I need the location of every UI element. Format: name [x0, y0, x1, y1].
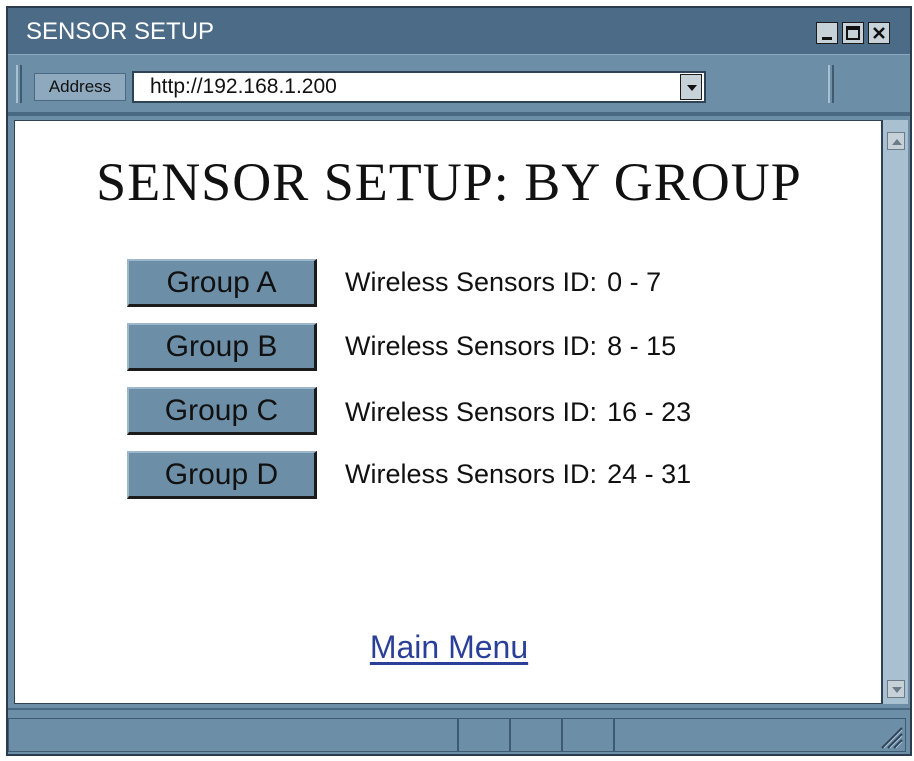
address-label: Address: [34, 73, 126, 101]
page-content: SENSOR SETUP: BY GROUP Group A Wireless …: [14, 120, 882, 704]
toolbar-grip-right[interactable]: [828, 65, 834, 103]
group-d-button[interactable]: Group D: [127, 451, 317, 499]
minimize-button[interactable]: [816, 22, 838, 44]
sensor-id-label: Wireless Sensors ID:: [345, 459, 598, 489]
close-button[interactable]: [868, 22, 890, 44]
sensor-id-label: Wireless Sensors ID:: [345, 397, 598, 427]
status-bar: [8, 708, 910, 754]
main-menu-link[interactable]: Main Menu: [370, 629, 528, 665]
scroll-up-icon: [892, 139, 902, 145]
group-a-description: Wireless Sensors ID: 0 - 7: [345, 267, 661, 298]
group-d-description: Wireless Sensors ID: 24 - 31: [345, 459, 691, 490]
maximize-button[interactable]: [842, 22, 864, 44]
maximize-icon: [846, 26, 860, 40]
sensor-id-label: Wireless Sensors ID:: [345, 331, 598, 361]
scroll-up-button[interactable]: [887, 132, 905, 150]
status-cell-main: [8, 718, 458, 752]
vertical-scrollbar[interactable]: [882, 120, 908, 704]
address-input[interactable]: http://192.168.1.200: [132, 71, 706, 103]
dropdown-arrow-icon: [687, 85, 697, 91]
sensor-id-range: 8 - 15: [607, 331, 677, 361]
group-c-button[interactable]: Group C: [127, 387, 317, 435]
scroll-down-button[interactable]: [887, 680, 905, 698]
close-icon: [873, 27, 885, 39]
scroll-down-icon: [892, 687, 902, 693]
status-cell: [614, 718, 906, 752]
title-bar[interactable]: SENSOR SETUP: [8, 8, 910, 54]
group-b-button[interactable]: Group B: [127, 323, 317, 371]
page-title: SENSOR SETUP: BY GROUP: [96, 152, 802, 212]
status-cell: [510, 718, 562, 752]
status-cell: [458, 718, 510, 752]
main-menu-container: Main Menu: [15, 629, 883, 666]
sensor-id-range: 24 - 31: [607, 459, 692, 489]
browser-window: SENSOR SETUP Address http://192.168.1.20…: [6, 6, 912, 756]
group-a-button[interactable]: Group A: [127, 259, 317, 307]
window-title: SENSOR SETUP: [26, 18, 215, 45]
resize-grip-icon[interactable]: [878, 724, 904, 750]
group-c-description: Wireless Sensors ID: 16 - 23: [345, 397, 691, 428]
address-dropdown-button[interactable]: [680, 74, 702, 100]
minimize-icon: [822, 37, 832, 40]
toolbar-grip[interactable]: [16, 65, 22, 103]
status-cell: [562, 718, 614, 752]
sensor-id-label: Wireless Sensors ID:: [345, 267, 598, 297]
sensor-id-range: 16 - 23: [607, 397, 692, 427]
sensor-id-range: 0 - 7: [607, 267, 662, 297]
group-b-description: Wireless Sensors ID: 8 - 15: [345, 331, 676, 362]
address-toolbar: Address http://192.168.1.200: [8, 54, 910, 116]
